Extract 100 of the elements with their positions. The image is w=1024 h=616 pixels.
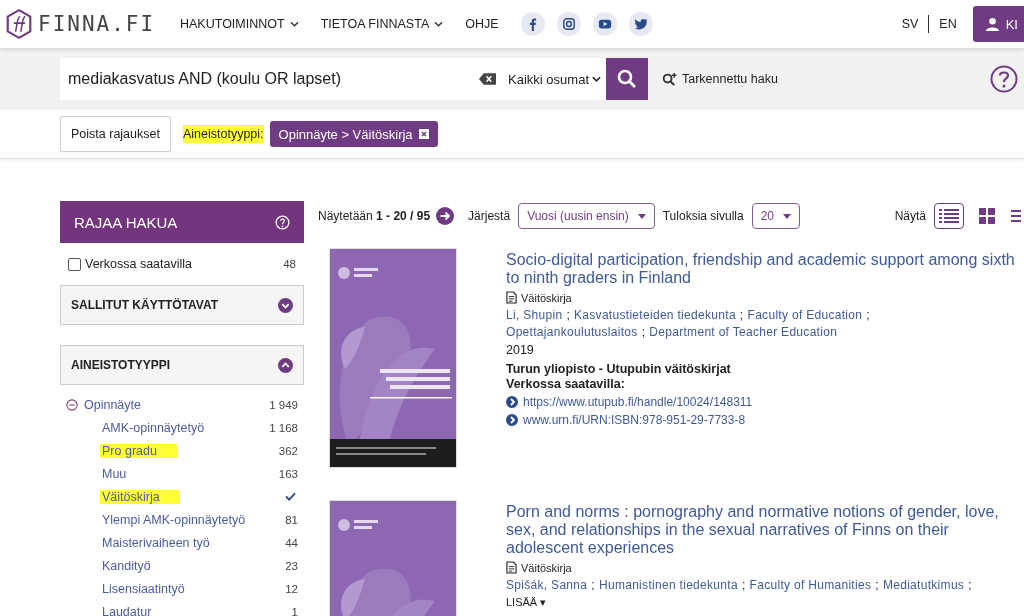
- grid-icon: [979, 208, 995, 224]
- facebook-icon[interactable]: [520, 12, 545, 36]
- filter-label: Aineistotyyppi:: [182, 125, 264, 143]
- facet-link[interactable]: Väitöskirja: [100, 489, 180, 504]
- separator: ;: [866, 307, 870, 324]
- result-title[interactable]: Porn and norms : pornography and normative notions of gender, love, sex, and relationships in the sexual narratives of Finns on their adolescent experiences: [506, 503, 1024, 557]
- twitter-icon[interactable]: [628, 12, 653, 36]
- youtube-icon[interactable]: [592, 12, 617, 36]
- per-page-dropdown[interactable]: 20: [751, 203, 800, 229]
- expand-icon: [278, 297, 293, 313]
- scope-dropdown[interactable]: Kaikki osumat: [508, 71, 606, 87]
- facet-section-title: SALLITUT KÄYTTÖTAVAT: [71, 298, 219, 312]
- separator: ;: [591, 577, 595, 594]
- author-link[interactable]: Faculty of Humanities: [749, 577, 872, 594]
- user-icon: [984, 16, 1000, 32]
- view-label: Näytä: [894, 209, 926, 223]
- list-view-button[interactable]: [934, 203, 964, 229]
- collapse-icon: [278, 357, 293, 373]
- caret-icon: [637, 213, 646, 219]
- clear-icon[interactable]: [479, 73, 497, 85]
- language-link[interactable]: SV: [891, 17, 929, 31]
- facet-count: 23: [285, 559, 298, 572]
- login-button[interactable]: KI: [972, 6, 1024, 42]
- facet-link[interactable]: Opinnäyte: [84, 397, 270, 412]
- logo-text[interactable]: FINNA.FI: [38, 12, 156, 36]
- more-link[interactable]: LISÄÄ ▾: [506, 596, 1024, 609]
- caret-icon: [783, 213, 791, 219]
- author-link[interactable]: Spišák, Sanna: [506, 577, 588, 594]
- nav-link[interactable]: OHJE: [465, 17, 499, 31]
- caret-icon: [592, 76, 601, 82]
- advanced-search-link[interactable]: Tarkennettu haku: [662, 71, 990, 87]
- next-page-icon[interactable]: [436, 207, 455, 225]
- facet-count: 1 168: [269, 421, 298, 434]
- author-link[interactable]: Opettajankoulutuslaitos: [506, 324, 638, 341]
- facet-count: 12: [285, 582, 298, 595]
- clear-filters-button[interactable]: Poista rajaukset: [60, 116, 171, 152]
- collapse-icon[interactable]: [66, 398, 78, 411]
- facet-section-header[interactable]: AINEISTOTYYPPI: [60, 345, 304, 385]
- separator: ;: [741, 577, 746, 594]
- nav-link[interactable]: HAKUTOIMINNOT: [180, 17, 299, 31]
- chevron-icon: [506, 414, 518, 426]
- chevron-icon: [506, 396, 518, 408]
- facet-link[interactable]: Lisensiaatintyö: [100, 581, 187, 596]
- logo-icon: [6, 8, 32, 40]
- checkbox[interactable]: [68, 257, 81, 271]
- list-icon: [939, 208, 959, 224]
- search-button[interactable]: [606, 58, 648, 100]
- facet-link[interactable]: Laudatur: [100, 604, 154, 616]
- online-link[interactable]: www.urn.fi/URN:ISBN:978-951-29-7733-8: [523, 413, 746, 427]
- facet-link[interactable]: Maisterivaiheen työ: [100, 535, 212, 550]
- document-icon: [506, 291, 517, 304]
- online-label: Verkossa saatavilla:: [506, 377, 626, 391]
- help-icon[interactable]: [990, 65, 1018, 93]
- source-label: Turun yliopisto - Utupubin väitöskirjat: [506, 362, 732, 376]
- facet-link[interactable]: Kandityö: [100, 558, 153, 573]
- sort-dropdown[interactable]: Vuosi (uusin ensin): [518, 203, 655, 229]
- document-icon: [506, 561, 517, 574]
- sidebar-title: RAJAA HAKUA: [74, 213, 178, 231]
- facet-link[interactable]: Pro gradu: [100, 443, 177, 458]
- separator: ;: [968, 577, 972, 594]
- separator: ;: [875, 577, 879, 594]
- separator: ;: [641, 324, 646, 341]
- language-link[interactable]: EN: [929, 17, 967, 31]
- author-link[interactable]: Li, Shupin: [506, 307, 563, 324]
- author-link[interactable]: Kasvatustieteiden tiedekunta: [574, 307, 736, 324]
- facet-link[interactable]: Muu: [100, 466, 129, 481]
- facet-count: 44: [285, 536, 298, 549]
- facet-count: 1 949: [269, 398, 298, 411]
- instagram-icon[interactable]: [556, 12, 581, 36]
- result-year: 2019: [506, 343, 535, 357]
- author-link[interactable]: Humanistinen tiedekunta: [598, 577, 738, 594]
- author-link[interactable]: Department of Teacher Education: [649, 324, 838, 341]
- filter-option[interactable]: Verkossa saatavilla: [85, 257, 284, 271]
- online-link[interactable]: https://www.utupub.fi/handle/10024/148311: [523, 395, 753, 409]
- result-title[interactable]: Socio-digital participation, friendship and academic support among sixth to ninth graders in Finland: [506, 251, 1024, 287]
- author-link[interactable]: Faculty of Education: [747, 307, 863, 324]
- facet-count: 362: [278, 444, 298, 457]
- facet-section-title: AINEISTOTYYPPI: [71, 358, 171, 372]
- facet-count: 163: [278, 467, 298, 480]
- facet-count: 81: [285, 513, 298, 526]
- facet-link[interactable]: AMK-opinnäytetyö: [100, 420, 207, 435]
- separator: ;: [566, 307, 570, 324]
- facet-count: 48: [283, 258, 296, 270]
- separator: ;: [739, 307, 744, 324]
- search-icon: [617, 69, 637, 89]
- lines-icon: [1011, 208, 1021, 224]
- per-page-label: Tuloksia sivulla: [662, 209, 744, 223]
- sort-label: Järjestä: [468, 209, 511, 223]
- filter-chip[interactable]: Opinnäyte > Väitöskirja: [269, 121, 438, 147]
- facet-count: 1: [291, 605, 298, 616]
- facet-link[interactable]: Ylempi AMK-opinnäytetyö: [100, 512, 248, 527]
- author-link[interactable]: Mediatutkimus: [882, 577, 965, 594]
- facet-section-header[interactable]: SALLITUT KÄYTTÖTAVAT: [60, 285, 304, 325]
- nav-link[interactable]: TIETOA FINNASTA: [320, 17, 444, 31]
- format-label: Väitöskirja: [521, 291, 572, 304]
- result-count: Näytetään 1 - 20 / 95: [318, 209, 431, 223]
- format-label: Väitöskirja: [521, 561, 572, 574]
- search-plus-icon: [662, 71, 677, 87]
- search-field[interactable]: mediakasvatus AND (koulu OR lapset) Kaikki osumat: [60, 58, 648, 100]
- close-icon[interactable]: [418, 129, 429, 139]
